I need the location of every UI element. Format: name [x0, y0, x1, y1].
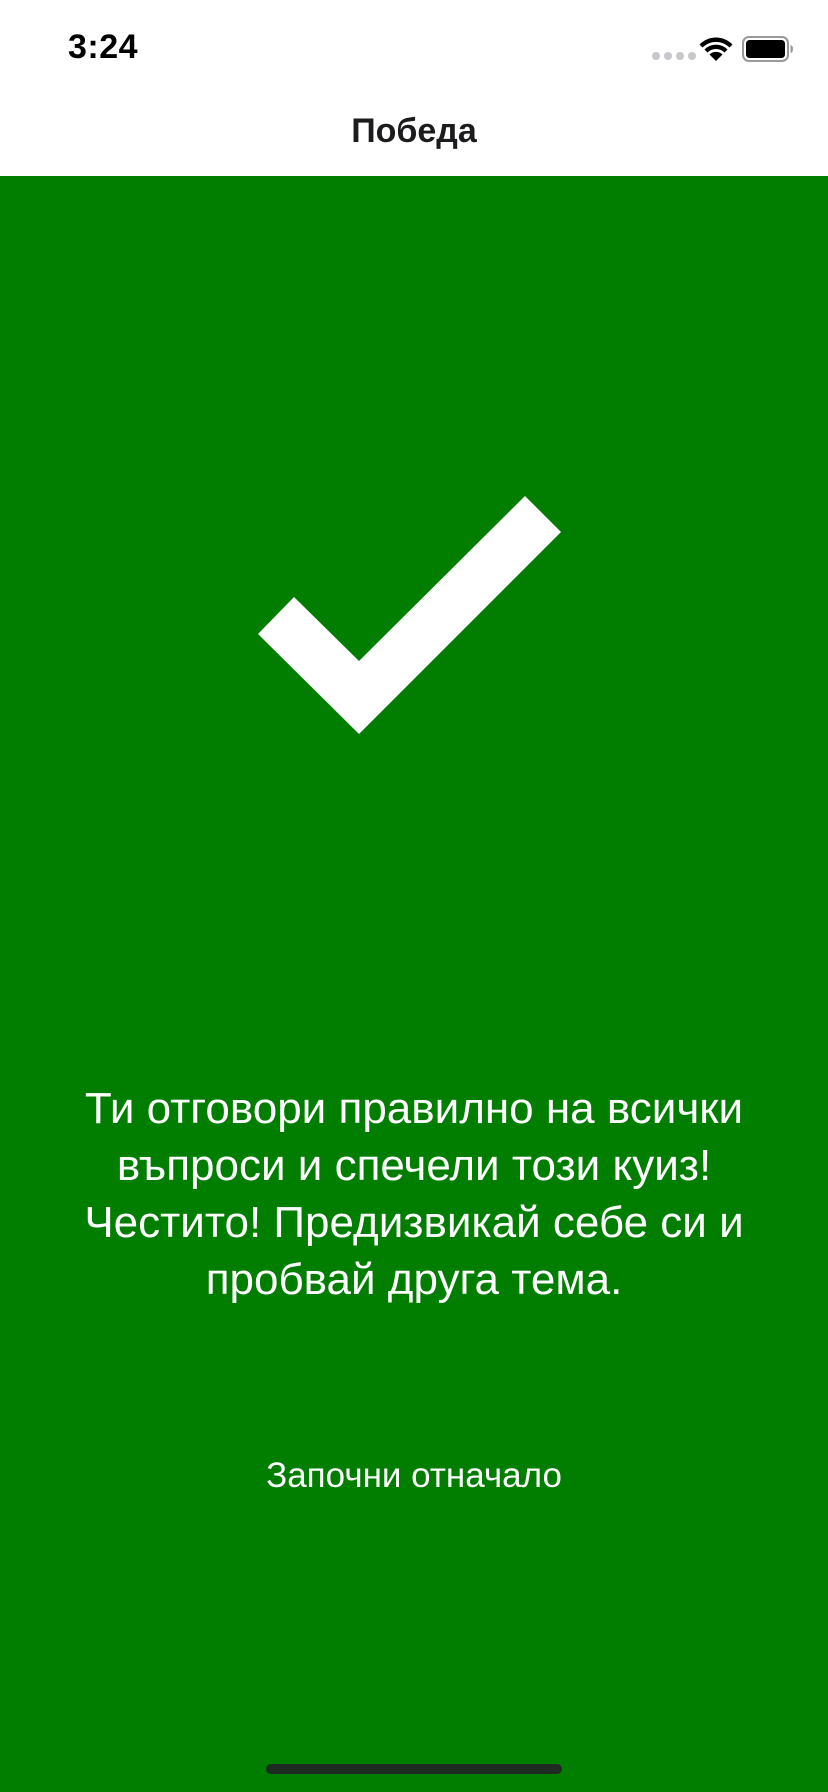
battery-icon — [742, 36, 793, 62]
navigation-bar: Победа — [0, 100, 828, 176]
victory-screen: Ти отговори правилно на всички въпроси и… — [0, 176, 828, 1792]
page-title: Победа — [351, 112, 477, 150]
victory-message: Ти отговори правилно на всички въпроси и… — [84, 1084, 744, 1304]
wifi-icon — [699, 37, 733, 61]
checkmark-icon — [258, 496, 561, 734]
home-indicator[interactable] — [266, 1764, 562, 1774]
restart-button[interactable]: Започни отначало — [214, 1446, 614, 1506]
cellular-signal-icon — [652, 52, 696, 60]
status-time: 3:24 — [68, 28, 139, 66]
status-bar: 3:24 — [0, 0, 828, 100]
